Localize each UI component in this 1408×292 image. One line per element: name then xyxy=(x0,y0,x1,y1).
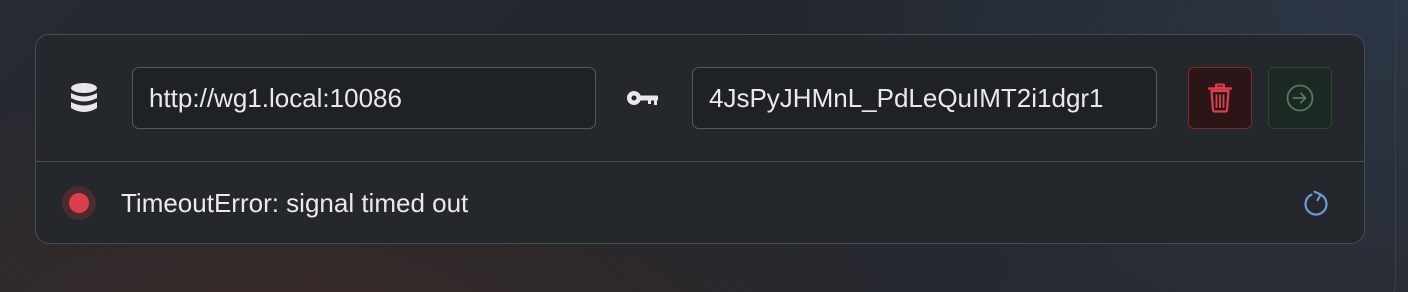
status-dot xyxy=(69,193,89,213)
arrow-right-circle-icon xyxy=(1286,84,1314,112)
refresh-icon[interactable] xyxy=(1302,190,1330,218)
delete-button[interactable] xyxy=(1188,67,1252,129)
trash-icon xyxy=(1207,83,1233,113)
status-message: TimeoutError: signal timed out xyxy=(121,188,469,218)
token-field[interactable]: 4JsPyJHMnL_PdLeQuIMT2i1dgr1 xyxy=(692,67,1157,129)
connection-card: http://wg1.local:10086 4JsPyJHMnL_PdLeQu… xyxy=(35,34,1365,244)
connect-button[interactable] xyxy=(1268,67,1332,129)
database-icon xyxy=(71,83,97,112)
connection-row: http://wg1.local:10086 4JsPyJHMnL_PdLeQu… xyxy=(36,35,1364,162)
key-icon xyxy=(627,91,658,105)
status-row: TimeoutError: signal timed out xyxy=(36,162,1364,243)
server-url-field[interactable]: http://wg1.local:10086 xyxy=(132,67,596,129)
status-indicator xyxy=(62,186,96,220)
